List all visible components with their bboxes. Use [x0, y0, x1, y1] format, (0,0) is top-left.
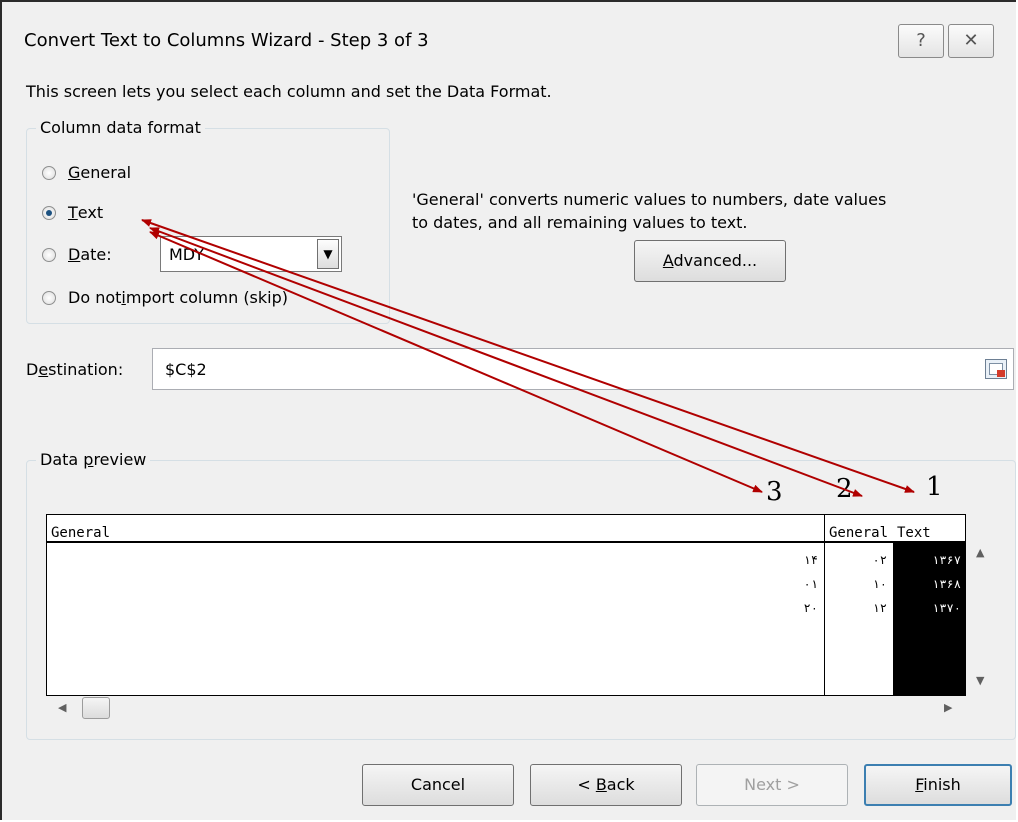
finish-button[interactable]: Finish: [864, 764, 1012, 806]
next-button[interactable]: Next >: [696, 764, 848, 806]
annotation-arrow-2: [149, 227, 863, 497]
back-button[interactable]: < Back: [530, 764, 682, 806]
annotation-arrow-1: [141, 219, 915, 493]
annotation-arrows: [141, 219, 915, 497]
cancel-button[interactable]: Cancel: [362, 764, 514, 806]
wizard-dialog: Convert Text to Columns Wizard - Step 3 …: [0, 0, 1016, 820]
annotation-arrow-3: [149, 231, 763, 493]
